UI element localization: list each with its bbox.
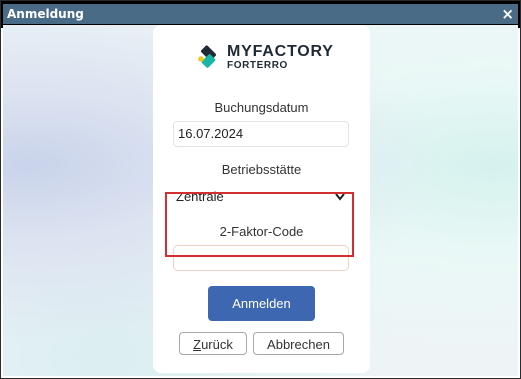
close-icon[interactable]: × <box>501 4 514 24</box>
window-title: Anmeldung <box>7 7 84 21</box>
twofa-highlight-box <box>165 192 354 257</box>
myfactory-logo-icon <box>198 45 217 68</box>
back-button[interactable]: Zurück <box>179 332 247 355</box>
logo: MYFACTORY FORTERRO <box>195 43 335 73</box>
titlebar-inner: Anmeldung × <box>3 4 518 24</box>
cancel-button[interactable]: Abbrechen <box>253 332 344 355</box>
site-label: Betriebsstätte <box>221 162 302 177</box>
brand-sub: FORTERRO <box>227 60 288 71</box>
booking-date-label: Buchungsdatum <box>214 100 309 115</box>
login-button[interactable]: Anmelden <box>208 286 315 321</box>
booking-date-field[interactable]: 16.07.2024 <box>173 121 349 147</box>
brand-name: MYFACTORY <box>227 43 334 60</box>
login-dialog: Anmeldung × MYFACTORY FORTERRO Buchungsd… <box>0 0 521 379</box>
titlebar: Anmeldung × <box>1 1 520 28</box>
